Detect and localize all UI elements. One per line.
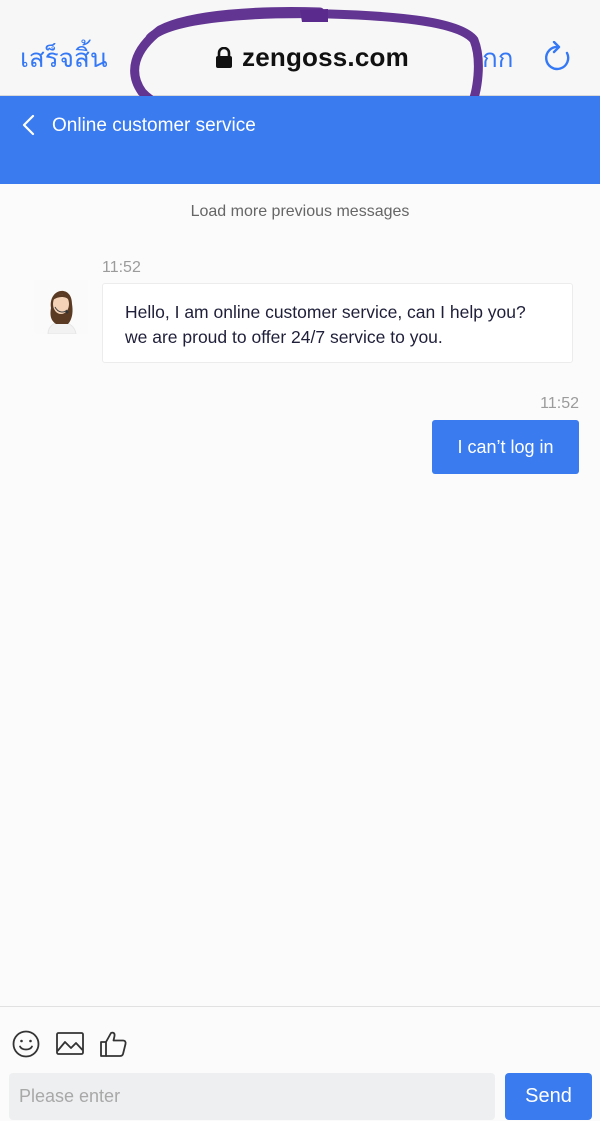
chat-header: Online customer service — [0, 96, 600, 184]
message-input[interactable] — [9, 1073, 495, 1120]
address-bar[interactable]: zengoss.com — [215, 42, 409, 73]
thumbs-up-icon[interactable] — [98, 1029, 128, 1059]
done-button[interactable]: เสร็จสิ้น — [20, 38, 108, 79]
lock-icon — [216, 46, 232, 68]
back-icon[interactable] — [20, 114, 38, 136]
user-message-bubble: I can’t log in — [432, 420, 579, 474]
browser-toolbar: เสร็จสิ้น zengoss.com กก — [0, 8, 600, 96]
load-more-link[interactable]: Load more previous messages — [0, 203, 600, 221]
message-timestamp: 11:52 — [540, 395, 579, 412]
text-size-button[interactable]: กก — [482, 38, 513, 79]
image-icon[interactable] — [55, 1029, 85, 1059]
message-timestamp: 11:52 — [102, 259, 141, 276]
url-text: zengoss.com — [242, 42, 409, 72]
status-bar — [0, 0, 600, 8]
emoji-icon[interactable] — [11, 1029, 41, 1059]
agent-message-bubble: Hello, I am online customer service, can… — [102, 283, 573, 363]
page-title: Online customer service — [52, 115, 256, 136]
send-button[interactable]: Send — [505, 1073, 592, 1120]
agent-avatar — [34, 280, 88, 334]
reload-icon[interactable] — [543, 41, 573, 73]
message-composer: Send — [0, 1006, 600, 1121]
